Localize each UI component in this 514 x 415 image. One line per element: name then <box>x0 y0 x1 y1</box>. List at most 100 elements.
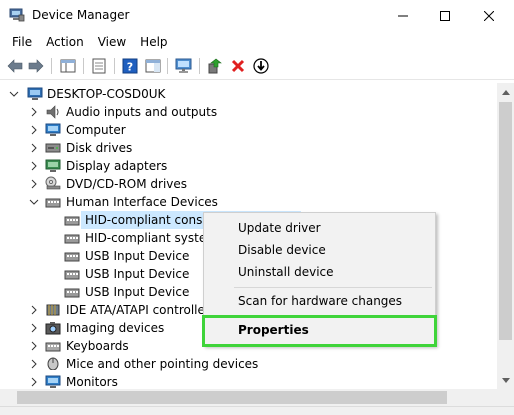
close-button[interactable] <box>469 0 509 32</box>
expand-icon[interactable] <box>29 359 39 369</box>
update-driver-button[interactable] <box>206 57 224 75</box>
expand-icon[interactable] <box>29 341 39 351</box>
tree-item-label: Imaging devices <box>66 321 165 335</box>
uninstall-button[interactable] <box>229 57 247 75</box>
device-manager-icon <box>9 8 25 22</box>
keyboard-device-icon <box>64 216 80 226</box>
update-driver-icon <box>208 58 222 74</box>
display-adapter-icon <box>45 159 61 172</box>
camera-icon <box>45 322 61 335</box>
uninstall-icon <box>231 59 245 73</box>
expand-icon[interactable] <box>29 161 39 171</box>
maximize-button[interactable] <box>425 0 465 32</box>
tree-root[interactable]: DESKTOP-COSD0UK <box>0 85 497 103</box>
back-button[interactable] <box>6 57 24 75</box>
tree-item-dvd-drives[interactable]: DVD/CD-ROM drives <box>0 175 497 193</box>
menu-item-update-driver[interactable]: Update driver <box>205 217 434 239</box>
menu-view[interactable]: View <box>91 32 133 52</box>
root-label: DESKTOP-COSD0UK <box>47 87 166 101</box>
tree-item-mice[interactable]: Mice and other pointing devices <box>0 355 497 373</box>
keyboard-icon <box>45 342 61 352</box>
expand-icon[interactable] <box>29 107 39 117</box>
scan-monitor-icon <box>175 58 192 73</box>
scan-monitor-button[interactable] <box>175 57 193 75</box>
action-pane-icon <box>145 59 161 73</box>
keyboard-device-icon <box>64 288 80 298</box>
tree-item-computer[interactable]: Computer <box>0 121 497 139</box>
tree-item-label: Computer <box>66 123 126 137</box>
back-icon <box>7 59 23 73</box>
close-icon <box>484 11 494 21</box>
scroll-down-button[interactable] <box>497 372 514 389</box>
action-pane-button[interactable] <box>144 57 162 75</box>
tree-item-label: Display adapters <box>66 159 168 173</box>
hid-icon <box>45 198 61 208</box>
tree-item-label: Monitors <box>66 375 118 389</box>
tree-item-display-adapters[interactable]: Display adapters <box>0 157 497 175</box>
scroll-up-icon <box>501 89 510 95</box>
tree-item-label: Keyboards <box>66 339 129 353</box>
keyboard-device-icon <box>64 234 80 244</box>
status-bar <box>0 406 514 415</box>
expand-icon[interactable] <box>29 305 39 315</box>
title-bar: Device Manager <box>0 0 514 32</box>
minimize-button[interactable] <box>383 0 423 32</box>
horizontal-scrollbar[interactable] <box>0 389 497 406</box>
computer-root-icon <box>27 87 43 100</box>
menu-action[interactable]: Action <box>39 32 91 52</box>
download-button[interactable] <box>252 57 270 75</box>
tree-item-label: HID-compliant consu <box>85 213 210 227</box>
scrollbar-corner <box>497 389 514 406</box>
toolbar: ? <box>0 53 514 80</box>
tree-item-label: USB Input Device <box>85 285 190 299</box>
collapse-icon[interactable] <box>29 197 39 207</box>
download-icon <box>253 58 269 74</box>
expand-icon[interactable] <box>29 143 39 153</box>
show-hide-console-tree-icon <box>60 59 76 73</box>
properties-toolbar-button[interactable] <box>90 57 108 75</box>
collapse-icon[interactable] <box>9 89 19 99</box>
properties-highlight-box <box>202 315 437 347</box>
tree-item-label: Human Interface Devices <box>66 195 218 209</box>
window-title: Device Manager <box>32 8 130 22</box>
device-manager-window: Device Manager File Action View Help ? D… <box>0 0 514 415</box>
mouse-icon <box>47 357 59 370</box>
expand-icon[interactable] <box>29 377 39 387</box>
tree-item-label: USB Input Device <box>85 249 190 263</box>
expand-icon[interactable] <box>29 125 39 135</box>
minimize-icon <box>398 15 408 17</box>
vertical-scroll-thumb[interactable] <box>499 102 512 340</box>
menu-item-uninstall-device[interactable]: Uninstall device <box>205 261 434 283</box>
expand-icon[interactable] <box>29 323 39 333</box>
keyboard-device-icon <box>64 252 80 262</box>
tree-item-label: Audio inputs and outputs <box>66 105 218 119</box>
computer-icon <box>45 123 61 136</box>
help-button[interactable]: ? <box>121 57 139 75</box>
tree-item-label: DVD/CD-ROM drives <box>66 177 188 191</box>
tree-item-audio[interactable]: Audio inputs and outputs <box>0 103 497 121</box>
tree-item-monitors[interactable]: Monitors <box>0 373 497 389</box>
menu-item-disable-device[interactable]: Disable device <box>205 239 434 261</box>
horizontal-scroll-thumb[interactable] <box>17 391 447 404</box>
forward-icon <box>28 59 44 73</box>
monitor-icon <box>45 375 61 388</box>
forward-button[interactable] <box>27 57 45 75</box>
menu-file[interactable]: File <box>5 32 39 52</box>
tree-item-disk-drives[interactable]: Disk drives <box>0 139 497 157</box>
dvd-drive-icon <box>45 176 61 190</box>
menu-item-scan-hardware[interactable]: Scan for hardware changes <box>205 290 434 312</box>
disk-drive-icon <box>45 143 61 153</box>
tree-item-label: Mice and other pointing devices <box>66 357 259 371</box>
speaker-icon <box>46 105 59 119</box>
show-hide-console-tree-button[interactable] <box>59 57 77 75</box>
maximize-icon <box>440 11 450 21</box>
menu-help[interactable]: Help <box>133 32 174 52</box>
scroll-up-button[interactable] <box>497 83 514 100</box>
menu-separator <box>234 287 432 288</box>
tree-item-hid[interactable]: Human Interface Devices <box>0 193 497 211</box>
vertical-scrollbar[interactable] <box>497 83 514 389</box>
svg-text:?: ? <box>127 61 133 74</box>
tree-item-label: Disk drives <box>66 141 133 155</box>
expand-icon[interactable] <box>29 179 39 189</box>
help-icon: ? <box>122 58 138 74</box>
